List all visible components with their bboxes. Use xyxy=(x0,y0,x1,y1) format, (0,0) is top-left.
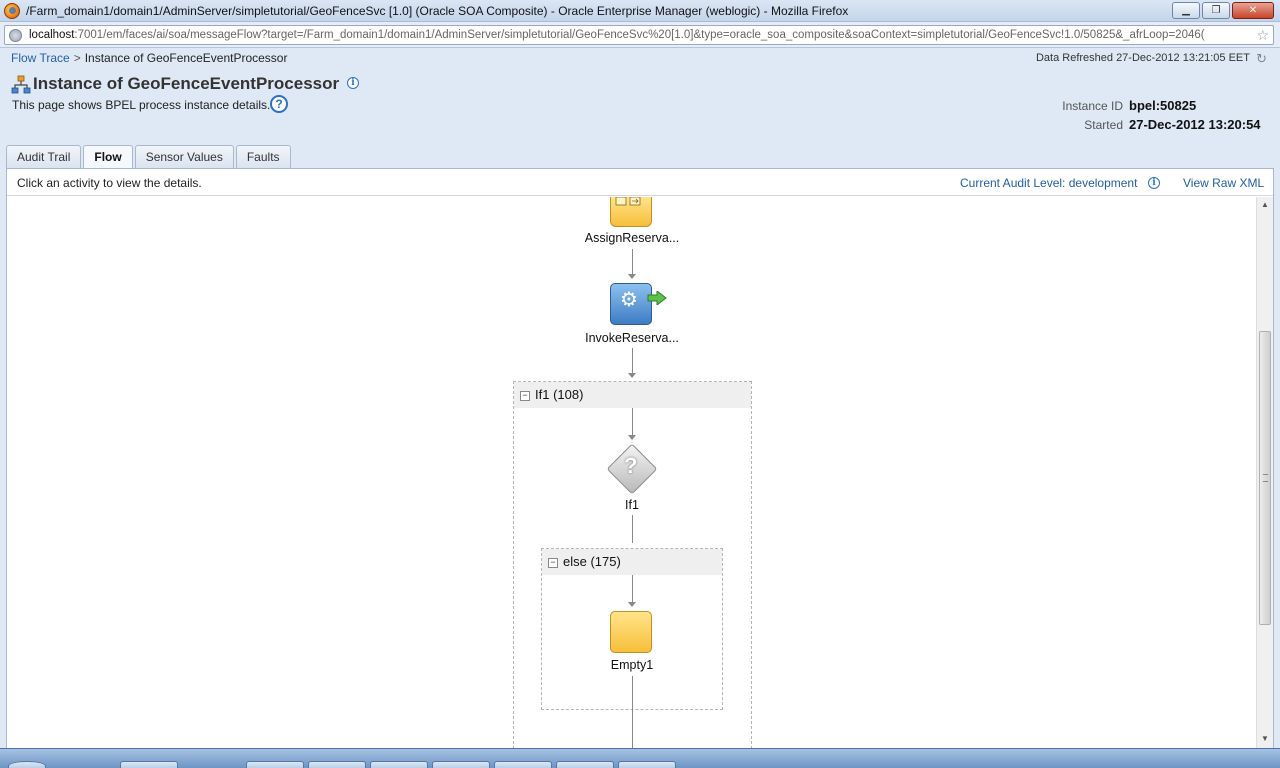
address-bar: localhost:7001/em/faces/ai/soa/messageFl… xyxy=(0,22,1280,48)
audit-info-icon[interactable]: i xyxy=(1148,177,1160,189)
audit-level-link[interactable]: Current Audit Level: development xyxy=(960,176,1137,190)
scroll-down-arrow[interactable]: ▼ xyxy=(1261,734,1269,743)
tab-bar: Audit Trail Flow Sensor Values Faults xyxy=(6,145,291,170)
start-button[interactable] xyxy=(8,761,46,768)
taskbar-button[interactable] xyxy=(246,761,304,768)
taskbar-button[interactable] xyxy=(432,761,490,768)
started-row: Started 27-Dec-2012 13:20:54 xyxy=(1062,117,1269,136)
flow-trace-icon xyxy=(11,75,31,94)
if-activity-label[interactable]: If1 xyxy=(625,498,639,512)
instance-id-value: bpel:50825 xyxy=(1129,98,1197,113)
window-titlebar: /Farm_domain1/domain1/AdminServer/simple… xyxy=(0,0,1280,22)
page-content: Flow Trace > Instance of GeoFenceEventProc… xyxy=(0,48,1280,748)
refresh-icon[interactable]: ↻ xyxy=(1256,51,1267,67)
connector-line xyxy=(632,249,633,274)
firefox-icon xyxy=(4,3,20,19)
started-label: Started xyxy=(1084,118,1123,132)
gear-icon: ⚙ xyxy=(620,289,638,311)
invoke-arrow-icon xyxy=(647,291,667,305)
scroll-grip xyxy=(1263,474,1268,482)
help-icon[interactable]: ? xyxy=(270,95,288,113)
tab-faults[interactable]: Faults xyxy=(235,145,291,169)
connector-line xyxy=(632,515,633,543)
maximize-button[interactable]: ❐ xyxy=(1202,2,1230,19)
globe-icon xyxy=(9,29,22,42)
flow-diagram: AssignReserva... ⚙ InvokeReserva... − If… xyxy=(7,197,1256,748)
url-field[interactable]: localhost:7001/em/faces/ai/soa/messageFl… xyxy=(4,25,1274,45)
connector-arrow xyxy=(628,435,636,440)
panel-toolbar: Click an activity to view the details. C… xyxy=(7,169,1273,196)
invoke-activity-icon[interactable]: ⚙ xyxy=(610,283,652,325)
scroll-up-arrow[interactable]: ▲ xyxy=(1261,200,1269,209)
hint-text: Click an activity to view the details. xyxy=(17,176,202,190)
connector-line xyxy=(632,348,633,373)
assign-activity-label[interactable]: AssignReserva... xyxy=(585,231,679,245)
title-info-icon[interactable]: i xyxy=(347,77,359,89)
tab-flow[interactable]: Flow xyxy=(83,145,133,170)
page-title: Instance of GeoFenceEventProcessor xyxy=(33,74,340,93)
connector-line xyxy=(632,676,633,748)
taskbar-button[interactable] xyxy=(556,761,614,768)
breadcrumb: Flow Trace > Instance of GeoFenceEventProc… xyxy=(11,51,287,65)
window-title: /Farm_domain1/domain1/AdminServer/simple… xyxy=(26,4,849,18)
collapse-icon[interactable]: − xyxy=(548,558,558,568)
taskbar-button[interactable] xyxy=(370,761,428,768)
page-description: This page shows BPEL process instance de… xyxy=(12,98,271,112)
flow-tab-panel: Click an activity to view the details. C… xyxy=(6,168,1274,748)
connector-arrow xyxy=(628,373,636,378)
url-rest: :7001/em/faces/ai/soa/messageFlow?target… xyxy=(74,29,1205,41)
close-button[interactable]: ✕ xyxy=(1232,2,1274,19)
tab-audit-trail[interactable]: Audit Trail xyxy=(6,145,82,169)
view-raw-xml-link[interactable]: View Raw XML xyxy=(1183,176,1264,190)
connector-line xyxy=(632,408,633,435)
connector-arrow xyxy=(628,602,636,607)
tab-sensor-values[interactable]: Sensor Values xyxy=(134,145,234,169)
instance-id-label: Instance ID xyxy=(1062,99,1123,113)
taskbar-button[interactable] xyxy=(494,761,552,768)
taskbar-button[interactable] xyxy=(618,761,676,768)
else-scope-header: − else (175) xyxy=(542,549,722,575)
breadcrumb-current: Instance of GeoFenceEventProcessor xyxy=(84,51,288,65)
url-host: localhost xyxy=(29,29,75,41)
question-icon: ? xyxy=(624,453,638,478)
collapse-icon[interactable]: − xyxy=(520,391,530,401)
os-taskbar xyxy=(0,748,1280,768)
window-controls: ▁ ❐ ✕ xyxy=(1172,2,1274,19)
connector-arrow xyxy=(628,274,636,279)
instance-id-row: Instance ID bpel:50825 xyxy=(1062,98,1269,117)
breadcrumb-flow-trace-link[interactable]: Flow Trace xyxy=(11,51,70,65)
else-scope-title: else (175) xyxy=(563,554,621,569)
instance-info: Instance ID bpel:50825 Started 27-Dec-2012… xyxy=(1062,98,1269,136)
taskbar-button[interactable] xyxy=(120,761,178,768)
url-text[interactable]: localhost:7001/em/faces/ai/soa/messageFl… xyxy=(29,29,1251,41)
if-scope-header: − If1 (108) xyxy=(514,382,751,408)
vertical-scrollbar[interactable]: ▲ ▼ xyxy=(1256,197,1273,748)
taskbar-button[interactable] xyxy=(308,761,366,768)
breadcrumb-separator: > xyxy=(73,51,81,65)
empty-activity-label[interactable]: Empty1 xyxy=(611,658,653,672)
empty-activity-icon[interactable] xyxy=(610,611,652,653)
assign-activity-icon[interactable] xyxy=(610,197,652,227)
data-refreshed-text: Data Refreshed 27-Dec-2012 13:21:05 EET xyxy=(1035,52,1250,64)
invoke-activity-label[interactable]: InvokeReserva... xyxy=(585,331,679,345)
connector-line xyxy=(632,575,633,602)
if-scope-title: If1 (108) xyxy=(535,387,584,402)
minimize-button[interactable]: ▁ xyxy=(1172,2,1200,19)
started-value: 27-Dec-2012 13:20:54 xyxy=(1129,117,1261,132)
bookmark-star-icon[interactable]: ☆ xyxy=(1256,27,1269,44)
scroll-thumb[interactable] xyxy=(1259,331,1271,625)
